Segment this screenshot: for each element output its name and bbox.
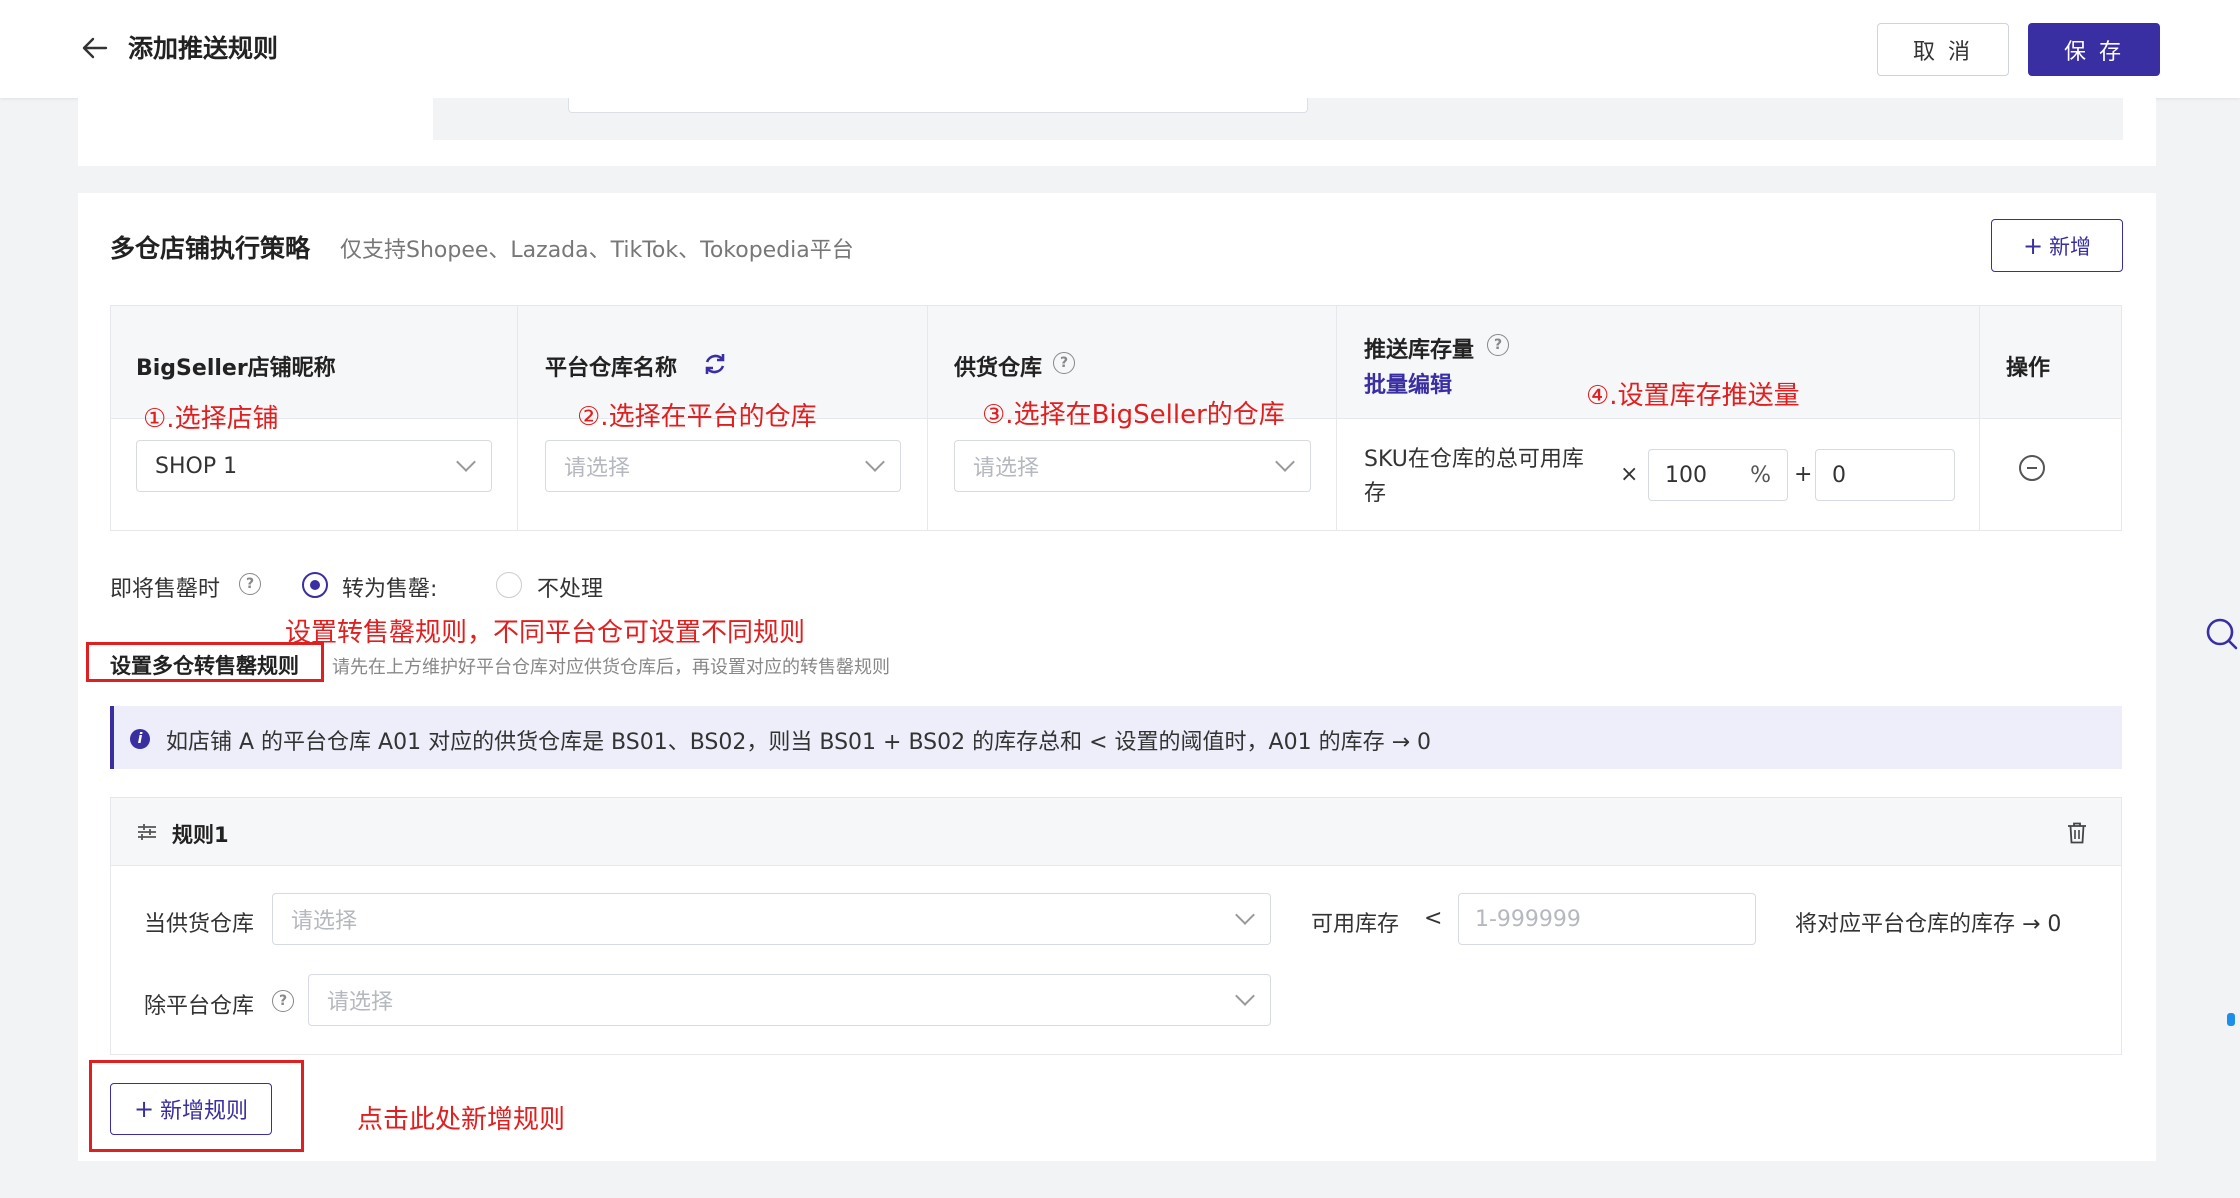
add-strategy-label: 新增 <box>2049 234 2092 259</box>
back-arrow-icon[interactable] <box>80 33 110 63</box>
add-rule-button[interactable]: + 新增规则 <box>110 1083 272 1135</box>
header-push-quantity: 推送库存量 <box>1364 338 1475 363</box>
supply-warehouse-placeholder: 请选择 <box>973 456 1040 481</box>
addend-input[interactable]: 0 <box>1815 449 1955 501</box>
refresh-icon[interactable] <box>701 350 729 378</box>
platform-warehouse-select[interactable]: 请选择 <box>545 440 901 492</box>
section-title: 多仓店铺执行策略 <box>110 234 311 263</box>
supply-warehouse-select[interactable]: 请选择 <box>954 440 1311 492</box>
soldout-label: 即将售罄时 <box>110 577 221 602</box>
column-divider <box>517 306 518 530</box>
add-strategy-button[interactable]: + 新增 <box>1991 219 2123 272</box>
rule-card-header <box>111 798 2121 866</box>
header-action: 操作 <box>2006 356 2051 381</box>
multi-rule-hint: 请先在上方维护好平台仓库对应供货仓库后，再设置对应的转售罄规则 <box>332 657 890 678</box>
annotation-select-platform-warehouse: ②.选择在平台的仓库 <box>577 402 817 432</box>
trash-icon[interactable] <box>2067 822 2087 844</box>
chevron-down-icon <box>865 452 885 472</box>
annotation-soldout-rules: 设置转售罄规则，不同平台仓可设置不同规则 <box>285 618 806 648</box>
push-formula-description: SKU在仓库的总可用库存 <box>1364 447 1584 506</box>
chevron-down-icon <box>1235 905 1255 925</box>
exclude-platform-warehouse-select[interactable]: 请选择 <box>308 974 1271 1026</box>
plus-icon: + <box>133 1095 155 1123</box>
column-divider <box>1979 306 1980 530</box>
chevron-down-icon <box>1235 986 1255 1006</box>
platform-warehouse-placeholder: 请选择 <box>564 456 631 481</box>
plus-sign: + <box>1794 462 1813 487</box>
help-icon[interactable]: ? <box>1053 352 1075 374</box>
search-icon[interactable] <box>2204 615 2238 655</box>
chevron-down-icon <box>456 452 476 472</box>
supply-warehouse-label: 当供货仓库 <box>144 912 255 937</box>
multi-rule-title: 设置多仓转售罄规则 <box>110 654 299 678</box>
addend-input-value: 0 <box>1832 462 1846 488</box>
rule-result-text: 将对应平台仓库的库存 → 0 <box>1795 912 2062 937</box>
help-icon[interactable]: ? <box>239 573 261 595</box>
remove-row-icon[interactable] <box>2019 455 2045 481</box>
header-supply-warehouse: 供货仓库 <box>954 356 1043 381</box>
soldout-option-off-label: 不处理 <box>537 577 604 602</box>
rule-supply-warehouse-placeholder: 请选择 <box>291 909 358 934</box>
column-divider <box>927 306 928 530</box>
annotation-add-rule: 点击此处新增规则 <box>357 1105 566 1135</box>
rule-supply-warehouse-select[interactable]: 请选择 <box>272 893 1271 945</box>
scrollbar-thumb[interactable] <box>2227 1013 2235 1026</box>
sliders-icon <box>136 821 158 843</box>
help-icon[interactable]: ? <box>272 990 294 1012</box>
add-rule-label: 新增规则 <box>160 1099 249 1124</box>
annotation-select-shop: ①.选择店铺 <box>143 404 279 434</box>
times-sign: × <box>1620 462 1639 487</box>
less-than-sign: < <box>1424 906 1443 931</box>
save-button[interactable]: 保 存 <box>2028 23 2160 76</box>
annotation-set-push-quantity: ④.设置库存推送量 <box>1586 381 1800 411</box>
info-icon: i <box>130 729 150 749</box>
exclude-platform-warehouse-label: 除平台仓库 <box>144 994 255 1019</box>
chevron-down-icon <box>1275 452 1295 472</box>
shop-select-value: SHOP 1 <box>155 453 238 479</box>
page-title: 添加推送规则 <box>128 34 279 63</box>
rule-title: 规则1 <box>172 823 229 847</box>
soldout-radio-off[interactable] <box>496 572 522 598</box>
percent-input-value: 100 <box>1665 462 1707 488</box>
batch-edit-link[interactable]: 批量编辑 <box>1364 367 1452 399</box>
info-banner-text: 如店铺 A 的平台仓库 A01 对应的供货仓库是 BS01、BS02，则当 BS… <box>166 730 1432 755</box>
percent-input[interactable]: 100 % <box>1648 449 1788 501</box>
cancel-button[interactable]: 取 消 <box>1877 23 2009 76</box>
annotation-select-bigseller-warehouse: ③.选择在BigSeller的仓库 <box>982 400 1285 430</box>
help-icon[interactable]: ? <box>1487 334 1509 356</box>
previous-section-input[interactable] <box>568 98 1308 113</box>
available-stock-label: 可用库存 <box>1311 912 1400 937</box>
exclude-platform-warehouse-placeholder: 请选择 <box>327 990 394 1015</box>
header-shop-name: BigSeller店铺昵称 <box>136 356 336 381</box>
column-divider <box>1336 306 1337 530</box>
stock-threshold-placeholder: 1-999999 <box>1475 906 1581 932</box>
section-subtitle: 仅支持Shopee、Lazada、TikTok、Tokopedia平台 <box>340 238 854 263</box>
stock-threshold-input[interactable]: 1-999999 <box>1458 893 1756 945</box>
header-platform-warehouse: 平台仓库名称 <box>545 356 678 381</box>
soldout-radio-on[interactable] <box>302 572 328 598</box>
percent-sign: % <box>1750 462 1771 488</box>
soldout-option-on-label: 转为售罄: <box>342 577 438 602</box>
shop-select[interactable]: SHOP 1 <box>136 440 492 492</box>
plus-icon: + <box>2022 231 2044 260</box>
